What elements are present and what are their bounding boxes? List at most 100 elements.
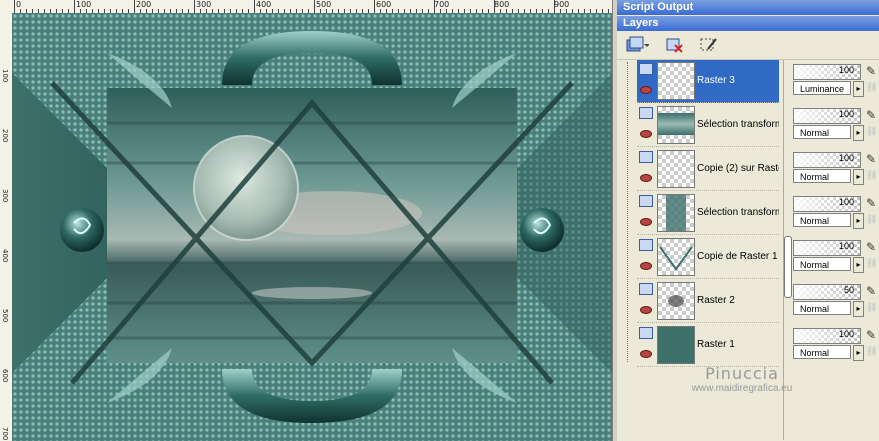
visibility-eye-icon[interactable] <box>640 262 652 270</box>
layer-type-icon <box>639 151 653 163</box>
layer-thumbnail <box>657 238 695 276</box>
blend-dropdown-arrow-icon[interactable]: ▸ <box>853 345 864 361</box>
ruler-tick <box>494 0 495 13</box>
layer-type-icon <box>639 63 653 75</box>
new-layer-icon[interactable] <box>625 36 650 54</box>
edit-pen-icon[interactable]: ✎ <box>866 64 876 78</box>
layers-palette-title[interactable]: Layers <box>617 16 879 31</box>
ruler-label: 700 <box>434 0 450 9</box>
opacity-slider[interactable]: 100 <box>793 152 861 168</box>
layer-row[interactable]: Sélection transformé <box>637 192 779 235</box>
ruler-tick <box>554 0 555 13</box>
layer-row[interactable]: Raster 3 <box>637 60 779 103</box>
link-icon[interactable]: ⛓ <box>866 126 877 137</box>
visibility-eye-icon[interactable] <box>640 130 652 138</box>
blend-mode-select[interactable]: Normal <box>793 301 851 315</box>
visibility-eye-icon[interactable] <box>640 86 652 94</box>
edit-pen-icon[interactable]: ✎ <box>866 284 876 298</box>
layer-name: Raster 1 <box>697 339 735 350</box>
ruler-label: 600 <box>1 369 9 383</box>
ruler-tick <box>374 0 375 13</box>
opacity-value: 100 <box>838 329 854 339</box>
blend-dropdown-arrow-icon[interactable]: ▸ <box>853 213 864 229</box>
link-icon[interactable]: ⛓ <box>866 170 877 181</box>
layers-toolbar <box>617 31 879 60</box>
layer-row[interactable]: Raster 2 <box>637 280 779 323</box>
opacity-slider[interactable]: 100 <box>793 328 861 344</box>
visibility-eye-icon[interactable] <box>640 218 652 226</box>
layer-row[interactable]: Raster 1 <box>637 324 779 367</box>
blend-mode-select[interactable]: Normal <box>793 257 851 271</box>
visibility-eye-icon[interactable] <box>640 306 652 314</box>
layer-name: Sélection transformé <box>697 119 779 130</box>
ruler-label: 500 <box>1 309 9 323</box>
blend-mode-select[interactable]: Normal <box>793 213 851 227</box>
ruler-label: 300 <box>1 189 9 203</box>
ruler-tick <box>434 0 435 13</box>
horizontal-ruler: 0 100 200 300 400 500 600 700 800 900 <box>0 0 616 14</box>
layer-props-row: 100 ✎ Normal ▸ ⛓ <box>793 104 879 148</box>
ruler-tick <box>254 0 255 13</box>
link-icon[interactable]: ⛓ <box>866 346 877 357</box>
script-output-palette[interactable]: Script Output <box>617 0 879 15</box>
layer-name: Raster 3 <box>697 75 735 86</box>
link-icon[interactable]: ⛓ <box>866 214 877 225</box>
layer-props-row: 100 ✎ Normal ▸ ⛓ <box>793 236 879 280</box>
splitter-handle[interactable] <box>784 236 792 298</box>
script-output-title[interactable]: Script Output <box>617 0 879 15</box>
ruler-tick <box>14 0 15 13</box>
layer-row[interactable]: Copie de Raster 1 <box>637 236 779 279</box>
ruler-label: 300 <box>196 0 212 9</box>
edit-selection-icon[interactable] <box>699 36 719 54</box>
blend-mode-select[interactable]: Normal <box>793 345 851 359</box>
opacity-value: 100 <box>838 153 854 163</box>
visibility-eye-icon[interactable] <box>640 174 652 182</box>
ruler-label: 700 <box>1 427 9 441</box>
watermark-site: www.maidiregrafica.eu <box>691 383 793 394</box>
ruler-label: 500 <box>316 0 332 9</box>
blend-dropdown-arrow-icon[interactable]: ▸ <box>853 257 864 273</box>
edit-pen-icon[interactable]: ✎ <box>866 328 876 342</box>
ruler-label: 900 <box>554 0 570 9</box>
layer-thumbnail <box>657 326 695 364</box>
blend-dropdown-arrow-icon[interactable]: ▸ <box>853 169 864 185</box>
opacity-slider[interactable]: 50 <box>793 284 861 300</box>
layer-thumbnail <box>657 106 695 144</box>
layer-type-icon <box>639 239 653 251</box>
opacity-slider[interactable]: 100 <box>793 240 861 256</box>
layer-row[interactable]: Copie (2) sur Raster <box>637 148 779 191</box>
link-icon[interactable]: ⛓ <box>866 302 877 313</box>
ruler-label: 200 <box>1 129 9 143</box>
ruler-tick <box>74 0 75 13</box>
blend-mode-select[interactable]: Luminance <box>793 81 851 95</box>
opacity-value: 100 <box>838 197 854 207</box>
layer-row[interactable]: Sélection transformé <box>637 104 779 147</box>
blend-dropdown-arrow-icon[interactable]: ▸ <box>853 301 864 317</box>
ruler-label: 600 <box>376 0 392 9</box>
delete-layer-icon[interactable] <box>665 36 685 54</box>
blend-mode-select[interactable]: Normal <box>793 169 851 183</box>
blend-dropdown-arrow-icon[interactable]: ▸ <box>853 81 864 97</box>
link-icon[interactable]: ⛓ <box>866 82 877 93</box>
edit-pen-icon[interactable]: ✎ <box>866 108 876 122</box>
layer-props-row: 100 ✎ Normal ▸ ⛓ <box>793 324 879 368</box>
layer-props-row: 100 ✎ Luminance ▸ ⛓ <box>793 60 879 104</box>
opacity-slider[interactable]: 100 <box>793 196 861 212</box>
link-icon[interactable]: ⛓ <box>866 258 877 269</box>
visibility-eye-icon[interactable] <box>640 350 652 358</box>
ruler-label: 800 <box>494 0 510 9</box>
edit-pen-icon[interactable]: ✎ <box>866 152 876 166</box>
image-canvas[interactable] <box>12 13 612 441</box>
watermark: Pinuccia www.maidiregrafica.eu <box>672 364 812 394</box>
blend-dropdown-arrow-icon[interactable]: ▸ <box>853 125 864 141</box>
opacity-slider[interactable]: 100 <box>793 64 861 80</box>
layer-thumbnail <box>657 282 695 320</box>
layer-thumbnail <box>657 150 695 188</box>
opacity-value: 100 <box>838 65 854 75</box>
ruler-label: 100 <box>1 69 9 83</box>
opacity-slider[interactable]: 100 <box>793 108 861 124</box>
edit-pen-icon[interactable]: ✎ <box>866 196 876 210</box>
ruler-label: 100 <box>76 0 92 9</box>
blend-mode-select[interactable]: Normal <box>793 125 851 139</box>
edit-pen-icon[interactable]: ✎ <box>866 240 876 254</box>
